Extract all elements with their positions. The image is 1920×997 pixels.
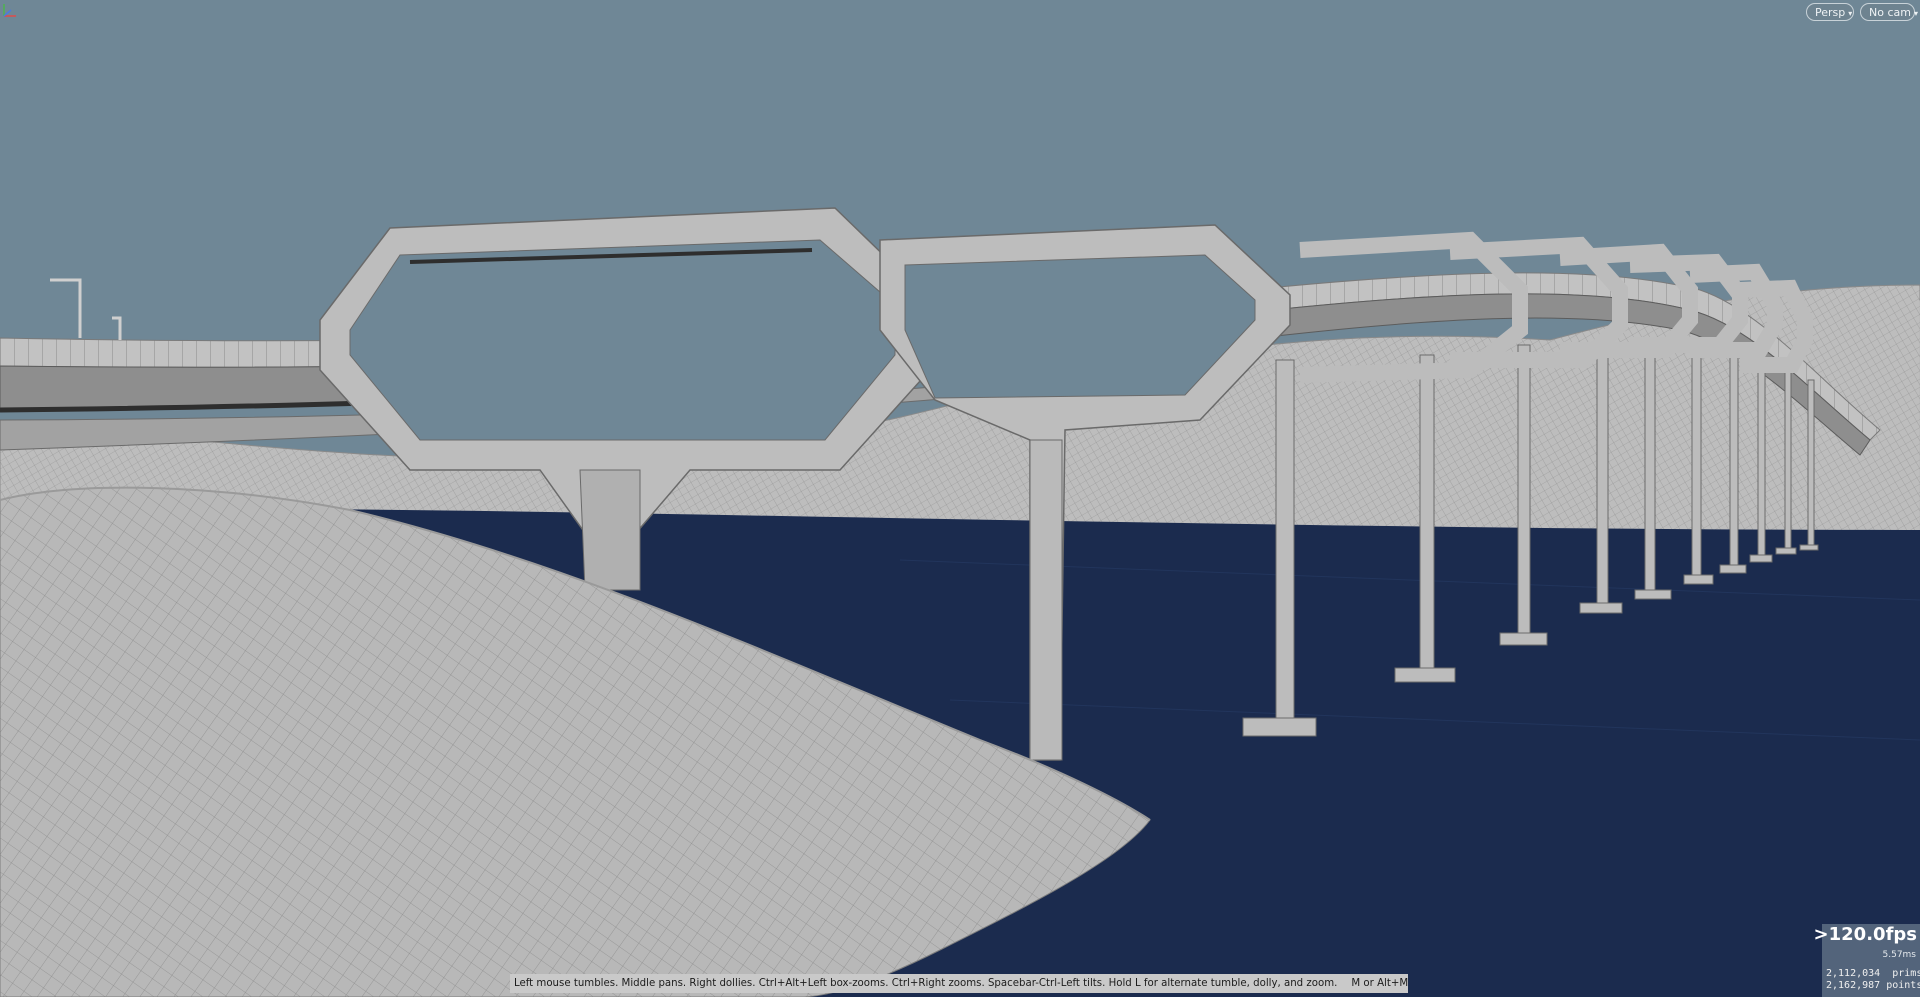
camera-select-menu[interactable]: No cam ▾ [1860, 3, 1918, 21]
camera-persp-menu[interactable]: Persp ▾ [1806, 3, 1854, 21]
navigation-hint-bar: Left mouse tumbles. Middle pans. Right d… [510, 974, 1408, 993]
chevron-down-icon: ▾ [1848, 9, 1853, 18]
camera-select-label: No cam [1869, 6, 1911, 19]
fps-readout: >120.0fps [1813, 924, 1917, 945]
first-person-hint: M or Alt+M for First Person Navigation. [1351, 978, 1408, 989]
points-label: points [1886, 980, 1920, 991]
prims-label: prims [1892, 968, 1920, 979]
hint-text: Left mouse tumbles. Middle pans. Right d… [514, 978, 1338, 989]
points-count-line: 2,162,987 points [1826, 980, 1920, 991]
prims-count-line: 2,112,034 prims [1826, 968, 1920, 979]
frame-time-readout: 5.57ms [1882, 950, 1917, 960]
scene-render [0, 0, 1920, 997]
axis-gizmo-icon [3, 4, 16, 17]
points-count: 2,162,987 [1826, 980, 1881, 991]
camera-persp-label: Persp [1815, 6, 1846, 19]
chevron-down-icon: ▾ [1913, 9, 1918, 18]
3d-viewport[interactable]: Persp ▾ No cam ▾ >120.0fps 5.57ms 2,112,03… [0, 0, 1920, 997]
performance-stats: >120.0fps 5.57ms 2,112,034 prims 2,162,9… [1814, 924, 1920, 997]
prims-count: 2,112,034 [1826, 968, 1881, 979]
